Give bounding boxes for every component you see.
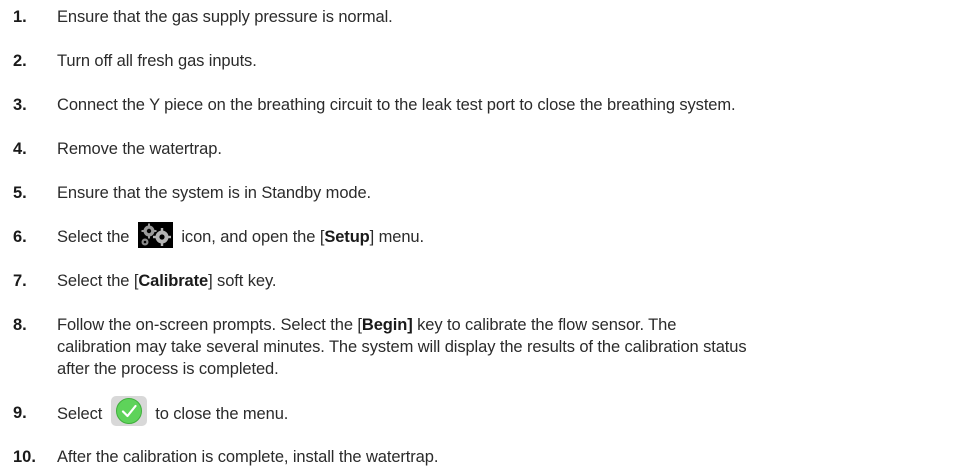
checkmark-icon [110,396,147,426]
step-text-line3: after the process is completed. [57,360,279,378]
step-text: Remove the watertrap. [57,140,222,158]
step-text: Select the [Calibrate] soft key. [57,270,969,292]
step-number: 5. [13,184,27,202]
step-text-post: key to calibrate the flow sensor. The [412,316,677,334]
calibrate-key-label: Calibrate [138,272,209,290]
step-text-post2: ] menu. [369,228,424,246]
step-number: 2. [13,52,27,70]
step-text: Ensure that the system is in Standby mod… [57,184,372,202]
step-number: 9. [13,404,27,422]
step-number: 6. [13,228,27,246]
step-number: 4. [13,140,27,158]
step-text-pre: Select the [57,228,130,246]
step-text: Select the icon, and open the [Setup] me… [57,221,969,249]
step-text-post: ] soft key. [208,272,277,290]
step-number: 10. [13,448,36,466]
setup-menu-label: Setup [324,228,370,246]
step-text-pre: Follow the on-screen prompts. Select the… [57,316,362,334]
step-number: 8. [13,316,27,334]
begin-key-label: Begin] [361,316,413,334]
step-text: Select to close the menu. [57,396,969,427]
step-number: 1. [13,8,27,26]
step-text: Ensure that the gas supply pressure is n… [57,8,393,26]
step-text: After the calibration is complete, insta… [57,448,439,466]
step-text-post: icon, and open the [ [181,228,325,246]
step-text-post: to close the menu. [155,404,289,423]
step-number: 3. [13,96,27,114]
step-text: Connect the Y piece on the breathing cir… [57,96,736,114]
step-text-pre: Select [57,404,103,423]
step-text-line2: calibration may take several minutes. Th… [57,338,747,356]
step-text-pre: Select the [ [57,272,139,290]
step-text: Turn off all fresh gas inputs. [57,52,257,70]
step-text: Follow the on-screen prompts. Select the… [57,314,969,380]
step-number: 7. [13,272,27,290]
gear-icon [137,221,173,248]
